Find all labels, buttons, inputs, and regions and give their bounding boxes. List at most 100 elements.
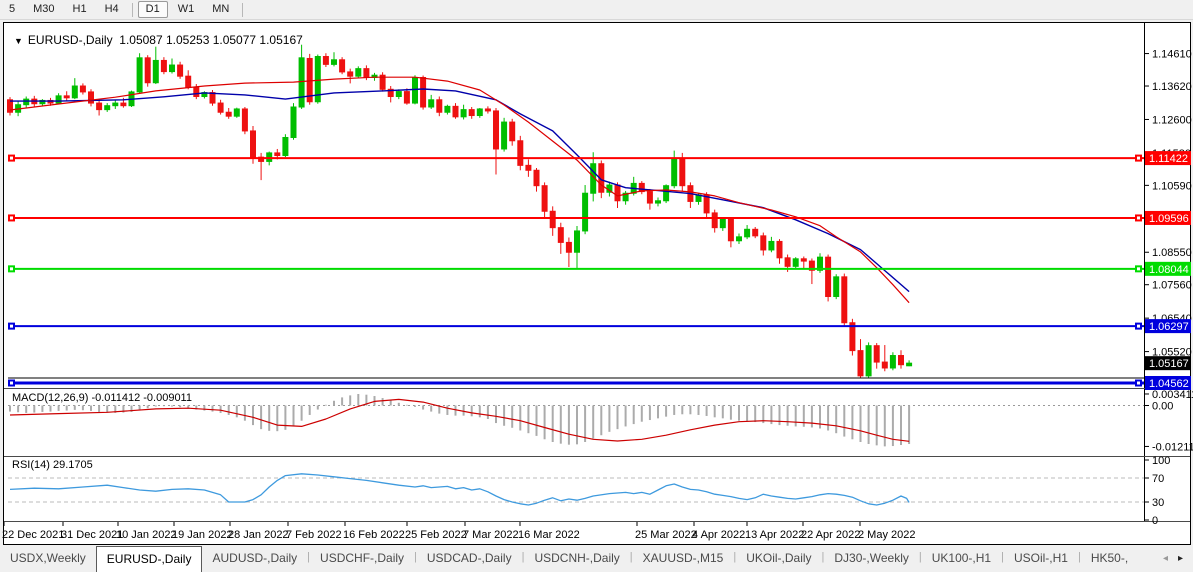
candle-body <box>761 236 766 250</box>
candle-body <box>793 259 798 267</box>
candle-body <box>404 92 409 103</box>
candle-body <box>105 106 110 110</box>
candle-body <box>745 229 750 237</box>
candle-body <box>170 65 175 72</box>
date-axis-label: 16 Mar 2022 <box>518 529 580 541</box>
candle-body <box>194 87 199 96</box>
candle-body <box>461 110 466 117</box>
candle-body <box>672 159 677 186</box>
candle-body <box>161 60 166 71</box>
candle-body <box>291 107 296 137</box>
candle-body <box>494 111 499 149</box>
line-right-marker-dot <box>1137 216 1140 219</box>
candle-body <box>550 211 555 227</box>
candle-body <box>332 60 337 65</box>
candle-body <box>186 76 191 87</box>
candle-body <box>153 60 158 82</box>
candle-body <box>874 346 879 362</box>
candle-body <box>72 86 77 98</box>
candle-body <box>113 103 118 106</box>
candle-body <box>469 110 474 116</box>
candle-body <box>890 356 895 368</box>
candle-body <box>866 346 871 376</box>
ohlc-values: 1.05087 1.05253 1.05077 1.05167 <box>119 33 303 47</box>
candle-body <box>858 351 863 376</box>
line-right-marker-dot <box>1137 382 1140 385</box>
candle-body <box>445 106 450 112</box>
candle-body <box>777 241 782 257</box>
candle-body <box>210 93 215 103</box>
tab-usoil-h1[interactable]: USOil-,H1 <box>1004 545 1078 572</box>
candle-body <box>234 109 239 116</box>
candle-body <box>413 77 418 103</box>
tab-usdcnh-daily[interactable]: USDCNH-,Daily <box>524 545 629 572</box>
line-right-marker-dot <box>1137 267 1140 270</box>
tab-ukoil-daily[interactable]: UKOil-,Daily <box>736 545 821 572</box>
candle-body <box>834 277 839 297</box>
candle-body <box>842 277 847 323</box>
candle-body <box>647 192 652 203</box>
line-left-marker-dot <box>10 216 13 219</box>
candle-body <box>477 109 482 116</box>
tab-scroll-left-icon[interactable]: ◂ <box>1163 553 1168 564</box>
tab-xauusd-m15[interactable]: XAUUSD-,M15 <box>633 545 734 572</box>
candle-body <box>801 259 806 261</box>
candle-body <box>56 96 61 103</box>
price-axis-label: 1.12600 <box>1152 114 1192 126</box>
price-axis-label: 1.14610 <box>1152 49 1192 61</box>
tab-usdx-weekly[interactable]: USDX,Weekly <box>0 545 96 572</box>
candle-body <box>712 213 717 228</box>
rsi-scale-label: 0 <box>1152 515 1158 527</box>
tab-eurusd-daily[interactable]: EURUSD-,Daily <box>96 546 203 572</box>
price-level-label: 1.09596 <box>1149 213 1189 225</box>
date-axis-label: 22 Dec 2021 <box>2 529 64 541</box>
candle-body <box>753 229 758 236</box>
candle-body <box>89 92 94 103</box>
candle-body <box>664 186 669 201</box>
candle-body <box>251 131 256 157</box>
candle-body <box>396 92 401 97</box>
date-axis-label: 31 Dec 2021 <box>61 529 123 541</box>
macd-scale-label: -0.012118 <box>1152 441 1193 453</box>
line-left-marker-dot <box>10 382 13 385</box>
tab-dj30-weekly[interactable]: DJ30-,Weekly <box>824 545 918 572</box>
line-right-marker-dot <box>1137 325 1140 328</box>
candle-body <box>364 69 369 78</box>
candle-body <box>80 86 85 92</box>
tab-uk100-h1[interactable]: UK100-,H1 <box>922 545 1001 572</box>
candle-body <box>283 137 288 155</box>
candle-body <box>226 112 231 116</box>
chart-canvas[interactable]: 1.146101.136201.126001.115801.105901.085… <box>0 0 1193 572</box>
candle-body <box>785 258 790 267</box>
candle-body <box>421 77 426 107</box>
price-level-label: 1.11422 <box>1149 153 1188 165</box>
tab-usdchf-daily[interactable]: USDCHF-,Daily <box>310 545 414 572</box>
date-axis-label: 13 Apr 2022 <box>745 529 804 541</box>
candle-body <box>882 362 887 368</box>
tab-scroll-right-icon[interactable]: ▸ <box>1178 553 1183 564</box>
candle-body <box>275 153 280 156</box>
current-price-label: 1.05167 <box>1149 358 1189 370</box>
candle-body <box>242 109 247 131</box>
candle-body <box>534 170 539 185</box>
tab-audusd-daily[interactable]: AUDUSD-,Daily <box>202 545 307 572</box>
tab-usdcad-daily[interactable]: USDCAD-,Daily <box>417 545 522 572</box>
price-axis-label: 1.13620 <box>1152 81 1192 93</box>
date-axis-label: 7 Feb 2022 <box>286 529 342 541</box>
tab-scroll-controls: ◂▸ <box>1153 545 1193 572</box>
candle-body <box>299 58 304 107</box>
symbol-name: EURUSD-,Daily <box>28 33 113 47</box>
tab-hk50-[interactable]: HK50-, <box>1081 545 1138 572</box>
line-left-marker-dot <box>10 325 13 328</box>
price-level-label: 1.08044 <box>1149 264 1189 276</box>
chevron-down-icon: ▼ <box>14 36 23 46</box>
candle-body <box>769 241 774 250</box>
date-axis-label: 28 Jan 2022 <box>228 529 289 541</box>
candle-body <box>178 65 183 76</box>
candle-body <box>121 103 126 106</box>
candle-body <box>575 231 580 252</box>
candle-body <box>518 141 523 166</box>
chart-symbol-title[interactable]: ▼ EURUSD-,Daily 1.05087 1.05253 1.05077 1… <box>14 33 303 47</box>
rsi-scale-label: 100 <box>1152 455 1170 467</box>
rsi-scale-label: 30 <box>1152 497 1164 509</box>
